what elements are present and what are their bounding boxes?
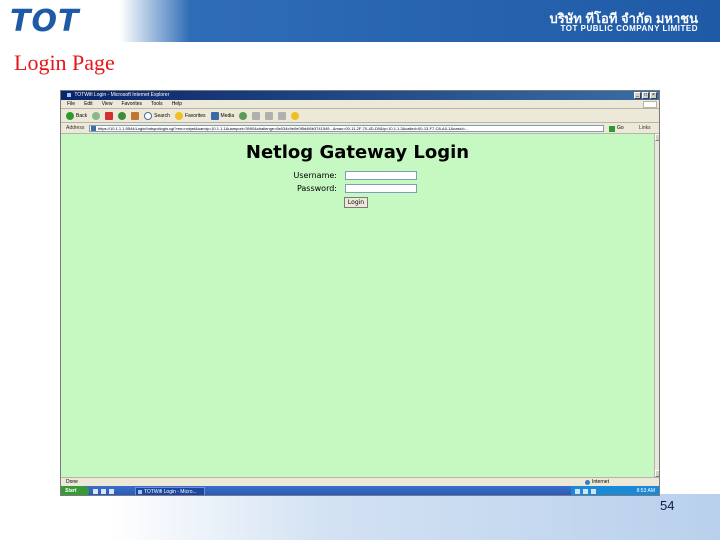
tray-icons [575,489,596,494]
media-icon [210,111,219,120]
security-zone: Internet [585,478,609,486]
folder-icon [291,111,300,120]
minimize-button[interactable]: _ [634,92,641,99]
stop-button[interactable] [105,111,114,120]
menu-tools[interactable]: Tools [151,100,163,108]
folder-button[interactable] [291,111,300,120]
menu-help[interactable]: Help [172,100,182,108]
mail-icon [252,111,261,120]
favorites-label: Favorites [184,112,206,119]
globe-icon [585,479,590,485]
menu-bar: File Edit View Favorites Tools Help [61,100,659,109]
scroll-up-arrow[interactable] [655,134,659,141]
password-row: Password: [261,184,521,195]
forward-arrow-icon [92,111,101,120]
zone-label: Internet [592,479,609,485]
ie-quicklaunch-icon[interactable] [101,489,106,494]
system-tray: 8:53 AM [571,486,659,495]
print-icon [265,111,274,120]
refresh-button[interactable] [118,111,127,120]
vertical-scrollbar[interactable] [654,134,659,477]
media-button[interactable]: Media [210,111,235,120]
address-input[interactable]: https://10.1.1.1:5544/Login/hotspotlogin… [89,125,604,132]
page-icon [91,126,96,131]
home-icon [131,111,140,120]
footer-band [110,494,720,540]
ie-icon [67,92,71,97]
address-bar: Address https://10.1.1.1:5544/Login/hots… [61,123,659,134]
window-controls: _ □ × [634,92,657,99]
links-label[interactable]: Links [639,123,651,134]
refresh-icon [118,111,127,120]
edit-icon [278,111,287,120]
edit-button[interactable] [278,111,287,120]
address-label: Address [66,125,85,131]
tot-logo: TOT [10,4,80,39]
username-input[interactable] [345,171,417,180]
slide-title: Login Page [14,50,115,75]
go-button[interactable]: Go [609,124,624,133]
slide-header: TOT บริษัท ทีโอที จำกัด มหาชน TOT PUBLIC… [0,0,720,42]
browser-window: TOTWifi Login - Microsoft Internet Explo… [60,90,660,496]
windows-logo-icon [643,101,657,108]
history-icon [239,111,248,120]
print-button[interactable] [265,111,274,120]
desktop-icon[interactable] [93,489,98,494]
stop-icon [105,111,114,120]
media-quicklaunch-icon[interactable] [109,489,114,494]
page-content: Netlog Gateway Login Username: Password:… [61,134,654,477]
status-text: Done [66,479,78,485]
security-icon[interactable] [591,489,596,494]
taskbar-item-label: TOTWifi Login - Micro... [144,489,197,495]
taskbar: Start TOTWifi Login - Micro... 8:53 AM [61,486,659,495]
username-row: Username: [261,171,521,182]
back-button[interactable]: Back [66,111,88,120]
network-icon[interactable] [575,489,580,494]
menu-edit[interactable]: Edit [84,100,93,108]
scroll-down-arrow[interactable] [655,470,659,477]
taskbar-item[interactable]: TOTWifi Login - Micro... [135,487,205,495]
forward-button[interactable] [92,111,101,120]
window-title: TOTWifi Login - Microsoft Internet Explo… [74,92,170,98]
company-name-english: TOT PUBLIC COMPANY LIMITED [560,24,698,33]
login-button[interactable]: Login [344,197,368,208]
search-label: Search [154,112,170,119]
search-icon [144,111,153,120]
login-title: Netlog Gateway Login [245,142,470,163]
status-bar: Done Internet [61,477,659,486]
clock: 8:53 AM [636,488,655,494]
search-button[interactable]: Search [144,111,170,120]
quick-launch [93,489,114,494]
username-label: Username: [293,171,337,180]
window-titlebar: TOTWifi Login - Microsoft Internet Explo… [61,91,659,100]
password-label: Password: [296,184,337,193]
menu-view[interactable]: View [102,100,113,108]
ie-icon [138,490,142,494]
maximize-button[interactable]: □ [642,92,649,99]
menu-file[interactable]: File [67,100,75,108]
favorites-button[interactable]: Favorites [174,111,206,120]
browser-toolbar: Back Search Favorites Media [61,109,659,123]
back-label: Back [76,112,88,119]
volume-icon[interactable] [583,489,588,494]
page-number: 54 [660,498,675,513]
back-arrow-icon [66,111,74,120]
password-input[interactable] [345,184,417,193]
mail-button[interactable] [252,111,261,120]
star-icon [174,111,183,120]
go-arrow-icon [609,125,615,132]
start-button[interactable]: Start [61,486,89,495]
media-label: Media [220,112,235,119]
history-button[interactable] [239,111,248,120]
go-label: Go [617,125,624,131]
menu-favorites[interactable]: Favorites [121,100,142,108]
close-button[interactable]: × [650,92,657,99]
home-button[interactable] [131,111,140,120]
